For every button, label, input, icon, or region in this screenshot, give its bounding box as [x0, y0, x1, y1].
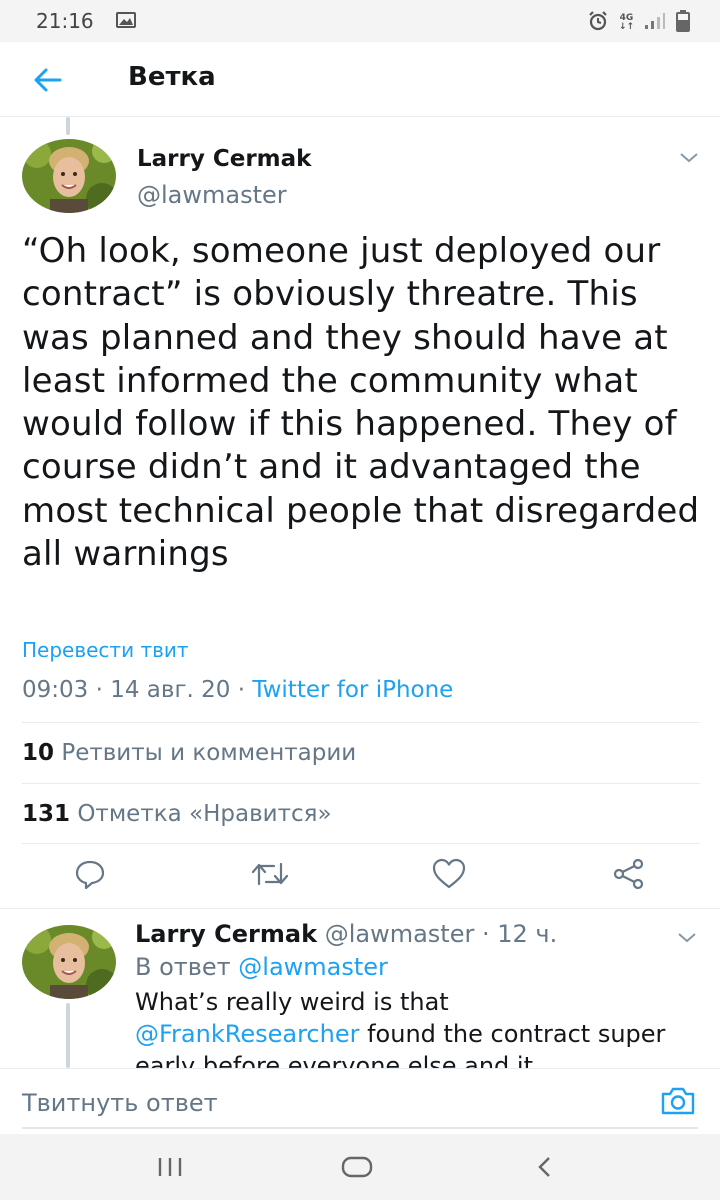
tweet-actions	[0, 850, 720, 906]
battery-icon	[676, 10, 690, 36]
status-time: 21:16	[36, 9, 94, 33]
chevron-down-icon[interactable]	[678, 150, 700, 169]
divider	[22, 722, 700, 723]
reply-text-line1: What’s really weird is that	[135, 988, 449, 1016]
app-header: Ветка	[0, 42, 720, 117]
separator	[0, 908, 720, 909]
chevron-down-icon[interactable]	[676, 930, 698, 949]
retweets-stat[interactable]: 10 Ретвиты и комментарии	[22, 740, 356, 766]
author-name[interactable]: Larry Cermak	[137, 146, 311, 172]
recent-apps-icon[interactable]	[156, 1156, 184, 1182]
arrow-left-icon[interactable]	[32, 64, 64, 100]
avatar[interactable]	[22, 925, 116, 999]
tweet-meta: 09:03 · 14 авг. 20 · Twitter for iPhone	[22, 677, 453, 703]
tweet-source[interactable]: Twitter for iPhone	[252, 677, 453, 703]
reply-to-line: В ответ @lawmaster	[135, 953, 388, 981]
likes-label: Отметка «Нравится»	[77, 801, 332, 827]
thread-line	[66, 1003, 70, 1068]
thread-line	[66, 117, 70, 135]
tweet-timestamp: 09:03 · 14 авг. 20 ·	[22, 677, 253, 703]
home-icon[interactable]	[341, 1156, 373, 1182]
network-label: 4G	[619, 13, 634, 23]
back-icon[interactable]	[534, 1156, 556, 1182]
composer-underline	[22, 1127, 698, 1129]
translate-link[interactable]: Перевести твит	[22, 638, 189, 662]
system-nav-bar	[0, 1134, 720, 1200]
page-title: Ветка	[128, 62, 216, 92]
signal-icon	[644, 12, 666, 34]
network-type: 4G ↓↑	[618, 13, 634, 32]
reply-author-name[interactable]: Larry Cermak	[135, 920, 317, 948]
camera-icon[interactable]	[660, 1086, 696, 1120]
reply-to-mention[interactable]: @lawmaster	[238, 953, 388, 981]
divider	[22, 843, 700, 844]
reply-text: What’s really weird is that @FrankResear…	[135, 986, 695, 1068]
reply-icon[interactable]	[74, 858, 106, 894]
likes-stat[interactable]: 131 Отметка «Нравится»	[22, 801, 332, 827]
retweet-icon[interactable]	[250, 858, 290, 894]
share-icon[interactable]	[612, 858, 646, 894]
divider	[22, 783, 700, 784]
reply-header: Larry Cermak @lawmaster · 12 ч.	[135, 920, 557, 948]
reply-composer[interactable]: Твитнуть ответ	[0, 1068, 720, 1135]
status-bar: 21:16 4G ↓↑	[0, 0, 720, 42]
reply-prefix: В ответ	[135, 953, 239, 981]
reply-meta: @lawmaster · 12 ч.	[317, 920, 558, 948]
image-icon	[116, 12, 136, 32]
retweets-count: 10	[22, 740, 55, 766]
retweets-label: Ретвиты и комментарии	[61, 740, 357, 766]
like-icon[interactable]	[432, 858, 466, 894]
author-handle[interactable]: @lawmaster	[137, 181, 287, 209]
reply-input[interactable]: Твитнуть ответ	[22, 1089, 218, 1117]
tweet-text: “Oh look, someone just deployed our cont…	[22, 231, 700, 575]
alarm-icon	[587, 10, 609, 36]
reply-mention[interactable]: @FrankResearcher	[135, 1020, 359, 1048]
avatar[interactable]	[22, 139, 116, 213]
likes-count: 131	[22, 801, 71, 827]
